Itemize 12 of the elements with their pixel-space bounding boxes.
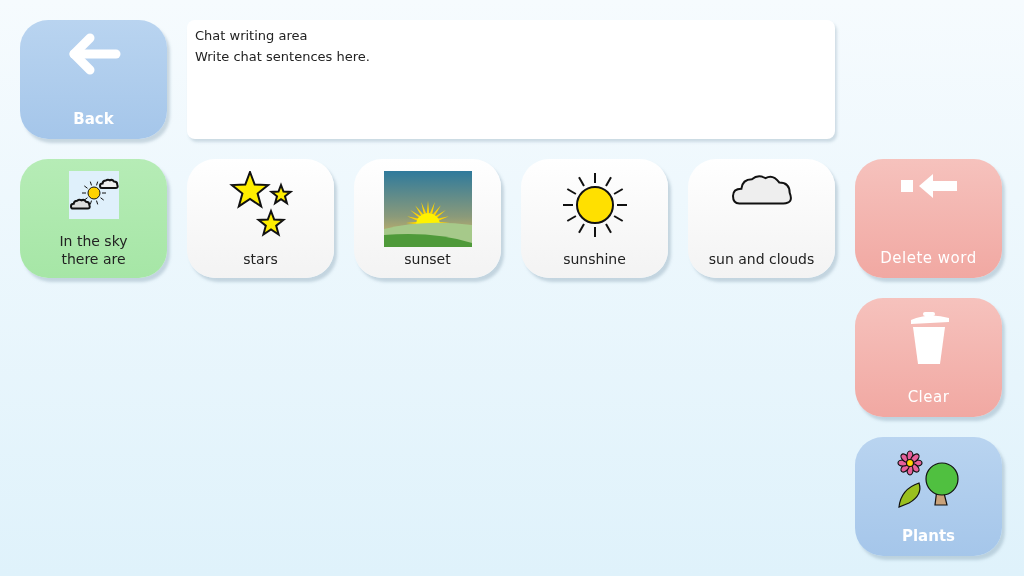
- stars-icon: [228, 171, 293, 237]
- category-button[interactable]: In the sky there are: [20, 159, 167, 278]
- word-button[interactable]: stars: [187, 159, 334, 278]
- chat-writing-area[interactable]: Chat writing area Write chat sentences here.: [187, 20, 835, 139]
- word-button[interactable]: sunset: [354, 159, 501, 278]
- chat-text: Write chat sentences here.: [195, 47, 371, 66]
- sky-icon: [68, 171, 119, 219]
- backspace-icon: [898, 171, 959, 201]
- word-button[interactable]: sun and clouds: [688, 159, 835, 278]
- chat-text: Chat writing area: [195, 27, 309, 45]
- sunset-icon: [383, 171, 472, 247]
- word-button[interactable]: sunshine: [521, 159, 668, 278]
